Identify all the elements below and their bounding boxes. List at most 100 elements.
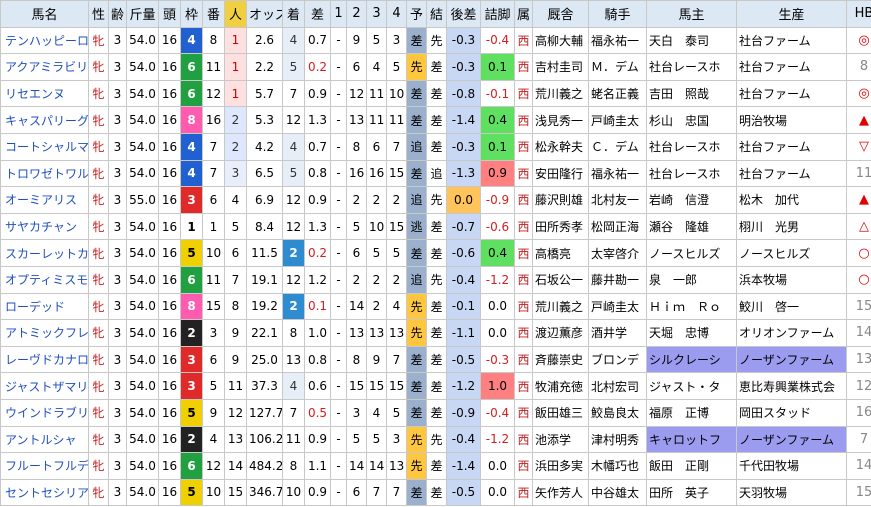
column-header[interactable]: 齢 [108, 0, 127, 28]
cell-kyusha[interactable]: 藤沢則雄 [532, 186, 589, 214]
column-header[interactable]: 馬主 [646, 0, 737, 28]
table-row[interactable]: ジャストザマリン牝354.016351137.340.6-151515差差-1.… [0, 372, 871, 400]
cell-kyusha[interactable]: 安田隆行 [532, 159, 589, 188]
cell-name[interactable]: サヤカチャン [0, 212, 89, 241]
cell-kyusha[interactable]: 浅見秀一 [532, 106, 589, 134]
column-header[interactable]: 番 [202, 0, 225, 28]
table-row[interactable]: トロワゼトワル牝 3 54.0 16 4 7 3 6.5 5 0.8-16 16 15 差追 -1.3 0.… [0, 159, 871, 188]
cell-kyusha[interactable]: 池添学 [532, 425, 589, 454]
cell-kyusha[interactable]: 田所秀孝 [532, 212, 589, 241]
column-header[interactable]: オッズ [246, 0, 283, 28]
cell-name[interactable]: ウインドラブリーナ [0, 398, 89, 427]
table-row[interactable]: レーヴドカナロア牝354.01636925.0130.8-897差差-0.5-0… [0, 345, 871, 374]
column-header[interactable]: 性 [88, 0, 109, 28]
cell-name[interactable]: セントセシリア [0, 478, 89, 507]
cell-kyusha[interactable]: 矢作芳人 [532, 478, 589, 507]
cell-name[interactable]: アトミックフレア [0, 319, 89, 347]
column-header[interactable]: 結 [426, 0, 447, 28]
cell-kishu[interactable]: 松岡正海 [588, 212, 647, 241]
column-header[interactable]: 枠 [180, 0, 203, 28]
table-row[interactable]: サヤカチャン牝 3 54.0 16 1 1 5 8.4 12 1.3-5 10 15 逃差 -0.7 -0.… [0, 212, 871, 241]
cell-kishu[interactable]: 戸崎圭太 [588, 292, 647, 321]
column-header[interactable]: 1 [330, 0, 347, 28]
table-row[interactable]: コートシャルマン牝354.0164724.240.7-867追差-0.30.1西… [0, 132, 871, 161]
cell-kyusha[interactable]: 斉藤崇史 [532, 345, 589, 374]
cell-kishu[interactable]: 太宰啓介 [588, 239, 647, 267]
cell-name[interactable]: レーヴドカナロア [0, 345, 89, 374]
table-row[interactable]: リセエンヌ牝 3 54.0 16 6 12 1 5.7 7 0.9-12 11 10 差差 -0.8 -0.… [0, 79, 871, 108]
table-row[interactable]: セントセシリア牝 3 54.0 16 5 10 15 346.7 10 0.9-6 7 7 差差 -0.5… [0, 478, 871, 507]
column-header[interactable]: 詰脚 [480, 0, 515, 28]
cell-name[interactable]: テンハッピーローズ [0, 26, 89, 55]
table-row[interactable]: アントルシャ牝 3 54.0 16 2 4 13 106.2 11 0.9-5 5 3 先先 -0.4 -1… [0, 425, 871, 454]
cell-kyusha[interactable]: 高橋亮 [532, 239, 589, 267]
cell-kishu[interactable]: Ｍ．デム [588, 53, 647, 81]
table-row[interactable]: スカーレットカラー牝354.016510611.520.2-655差差-0.60… [0, 239, 871, 267]
column-header[interactable]: 予 [406, 0, 427, 28]
cell-kyusha[interactable]: 浜田多実 [532, 452, 589, 480]
table-row[interactable]: テンハッピーローズ牝354.0164812.640.7-953差先-0.3-0.… [0, 26, 871, 55]
cell-kishu[interactable]: 酒井学 [588, 319, 647, 347]
table-row[interactable]: ローデッド牝 3 54.0 16 8 15 8 19.2 2 0.1-14 2 4 先差 -0.1 0.0 西… [0, 292, 871, 321]
cell-kyusha[interactable]: 飯田雄三 [532, 398, 589, 427]
table-row[interactable]: オーミアリス牝 3 55.0 16 3 6 4 6.9 12 0.9-2 2 2 追先 0.0 -0.9 西藤… [0, 186, 871, 214]
cell-kishu[interactable]: 中谷雄太 [588, 478, 647, 507]
column-header[interactable]: 騎手 [588, 0, 647, 28]
cell-kyusha[interactable]: 高柳大輔 [532, 26, 589, 55]
cell-kishu[interactable]: 木幡巧也 [588, 452, 647, 480]
cell-kyusha[interactable]: 荒川義之 [532, 292, 589, 321]
cell-ban: 6 [202, 345, 225, 374]
table-row[interactable]: アクアミラビリス牝354.01661112.250.2-645先差-0.30.1… [0, 53, 871, 81]
cell-kishu[interactable]: 藤井勘一 [588, 265, 647, 294]
cell-name[interactable]: スカーレットカラー [0, 239, 89, 267]
cell-name[interactable]: キャスパリーグ [0, 106, 89, 134]
cell-kyusha[interactable]: 吉村圭司 [532, 53, 589, 81]
cell-kishu[interactable]: 鮫島良太 [588, 398, 647, 427]
cell-name[interactable]: ジャストザマリン [0, 372, 89, 400]
cell-ban: 12 [202, 79, 225, 108]
cell-waku: 1 [180, 212, 203, 241]
cell-kishu[interactable]: 北村友一 [588, 186, 647, 214]
table-row[interactable]: オプティミスモ牝 3 54.0 16 6 11 7 19.1 12 1.2-2 2 2 追先 -0.4 -1… [0, 265, 871, 294]
column-header[interactable]: 差 [304, 0, 331, 28]
cell-name[interactable]: コートシャルマン [0, 132, 89, 161]
cell-name[interactable]: オーミアリス [0, 186, 89, 214]
cell-kyusha[interactable]: 渡辺薫彦 [532, 319, 589, 347]
column-header[interactable]: 人 [224, 0, 247, 28]
cell-kishu[interactable]: 福永祐一 [588, 26, 647, 55]
table-row[interactable]: ウインドラブリーナ牝354.0165912127.770.5-345差差-0.9… [0, 398, 871, 427]
cell-kishu[interactable]: 戸崎圭太 [588, 106, 647, 134]
cell-kyusha[interactable]: 松永幹夫 [532, 132, 589, 161]
column-header[interactable]: 2 [346, 0, 367, 28]
cell-name[interactable]: リセエンヌ [0, 79, 89, 108]
column-header[interactable]: 属 [514, 0, 533, 28]
cell-kishu[interactable]: Ｃ．デム [588, 132, 647, 161]
cell-kyusha[interactable]: 牧浦充徳 [532, 372, 589, 400]
cell-name[interactable]: アクアミラビリス [0, 53, 89, 81]
cell-name[interactable]: トロワゼトワル [0, 159, 89, 188]
column-header[interactable]: 頭 [158, 0, 181, 28]
cell-name[interactable]: フルートフルデイズ [0, 452, 89, 480]
cell-kyusha[interactable]: 荒川義之 [532, 79, 589, 108]
cell-kyusha[interactable]: 石坂公一 [532, 265, 589, 294]
column-header[interactable]: 3 [366, 0, 387, 28]
column-header[interactable]: 斤量 [126, 0, 159, 28]
cell-name[interactable]: ローデッド [0, 292, 89, 321]
column-header[interactable]: 厩舎 [532, 0, 589, 28]
column-header[interactable]: 4 [386, 0, 407, 28]
cell-kishu[interactable]: 津村明秀 [588, 425, 647, 454]
column-header[interactable]: 着 [282, 0, 305, 28]
table-row[interactable]: フルートフルデイズ牝354.01661214484.281.1-141413先差… [0, 452, 871, 480]
column-header[interactable]: 生産 [736, 0, 847, 28]
table-row[interactable]: アトミックフレア牝354.01623922.181.0-131313先差-1.1… [0, 319, 871, 347]
cell-kishu[interactable]: 北村宏司 [588, 372, 647, 400]
column-header[interactable]: 馬名 [0, 0, 89, 28]
cell-kishu[interactable]: 福永祐一 [588, 159, 647, 188]
column-header[interactable]: HB [846, 0, 871, 28]
cell-name[interactable]: オプティミスモ [0, 265, 89, 294]
cell-name[interactable]: アントルシャ [0, 425, 89, 454]
cell-kishu[interactable]: 蛯名正義 [588, 79, 647, 108]
cell-kishu[interactable]: ブロンデ [588, 345, 647, 374]
column-header[interactable]: 後差 [446, 0, 481, 28]
table-row[interactable]: キャスパリーグ牝 3 54.0 16 8 16 2 5.3 12 1.3-13 11 11 差差 -1.4… [0, 106, 871, 134]
